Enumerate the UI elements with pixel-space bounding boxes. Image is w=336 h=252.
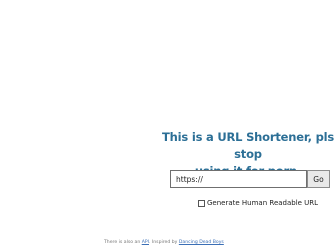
shorten-form: Go — [170, 170, 330, 188]
footer-middle-text: . Inspired by — [148, 240, 179, 245]
footer: There is also an API. Inspired by Dancin… — [104, 240, 224, 245]
human-readable-option[interactable]: Generate Human Readable URL — [198, 199, 318, 207]
footer-prefix-text: There is also an — [104, 240, 142, 245]
go-button[interactable]: Go — [307, 170, 330, 188]
credit-link[interactable]: Dancing Dead Boys — [179, 240, 224, 245]
api-link[interactable]: API — [142, 240, 149, 245]
human-readable-label: Generate Human Readable URL — [207, 199, 319, 207]
page: This is a URL Shortener, pls stop using … — [0, 0, 336, 252]
headline-line-1: This is a URL Shortener, pls stop — [162, 130, 334, 161]
url-input[interactable] — [170, 170, 307, 188]
human-readable-checkbox[interactable] — [198, 199, 205, 207]
